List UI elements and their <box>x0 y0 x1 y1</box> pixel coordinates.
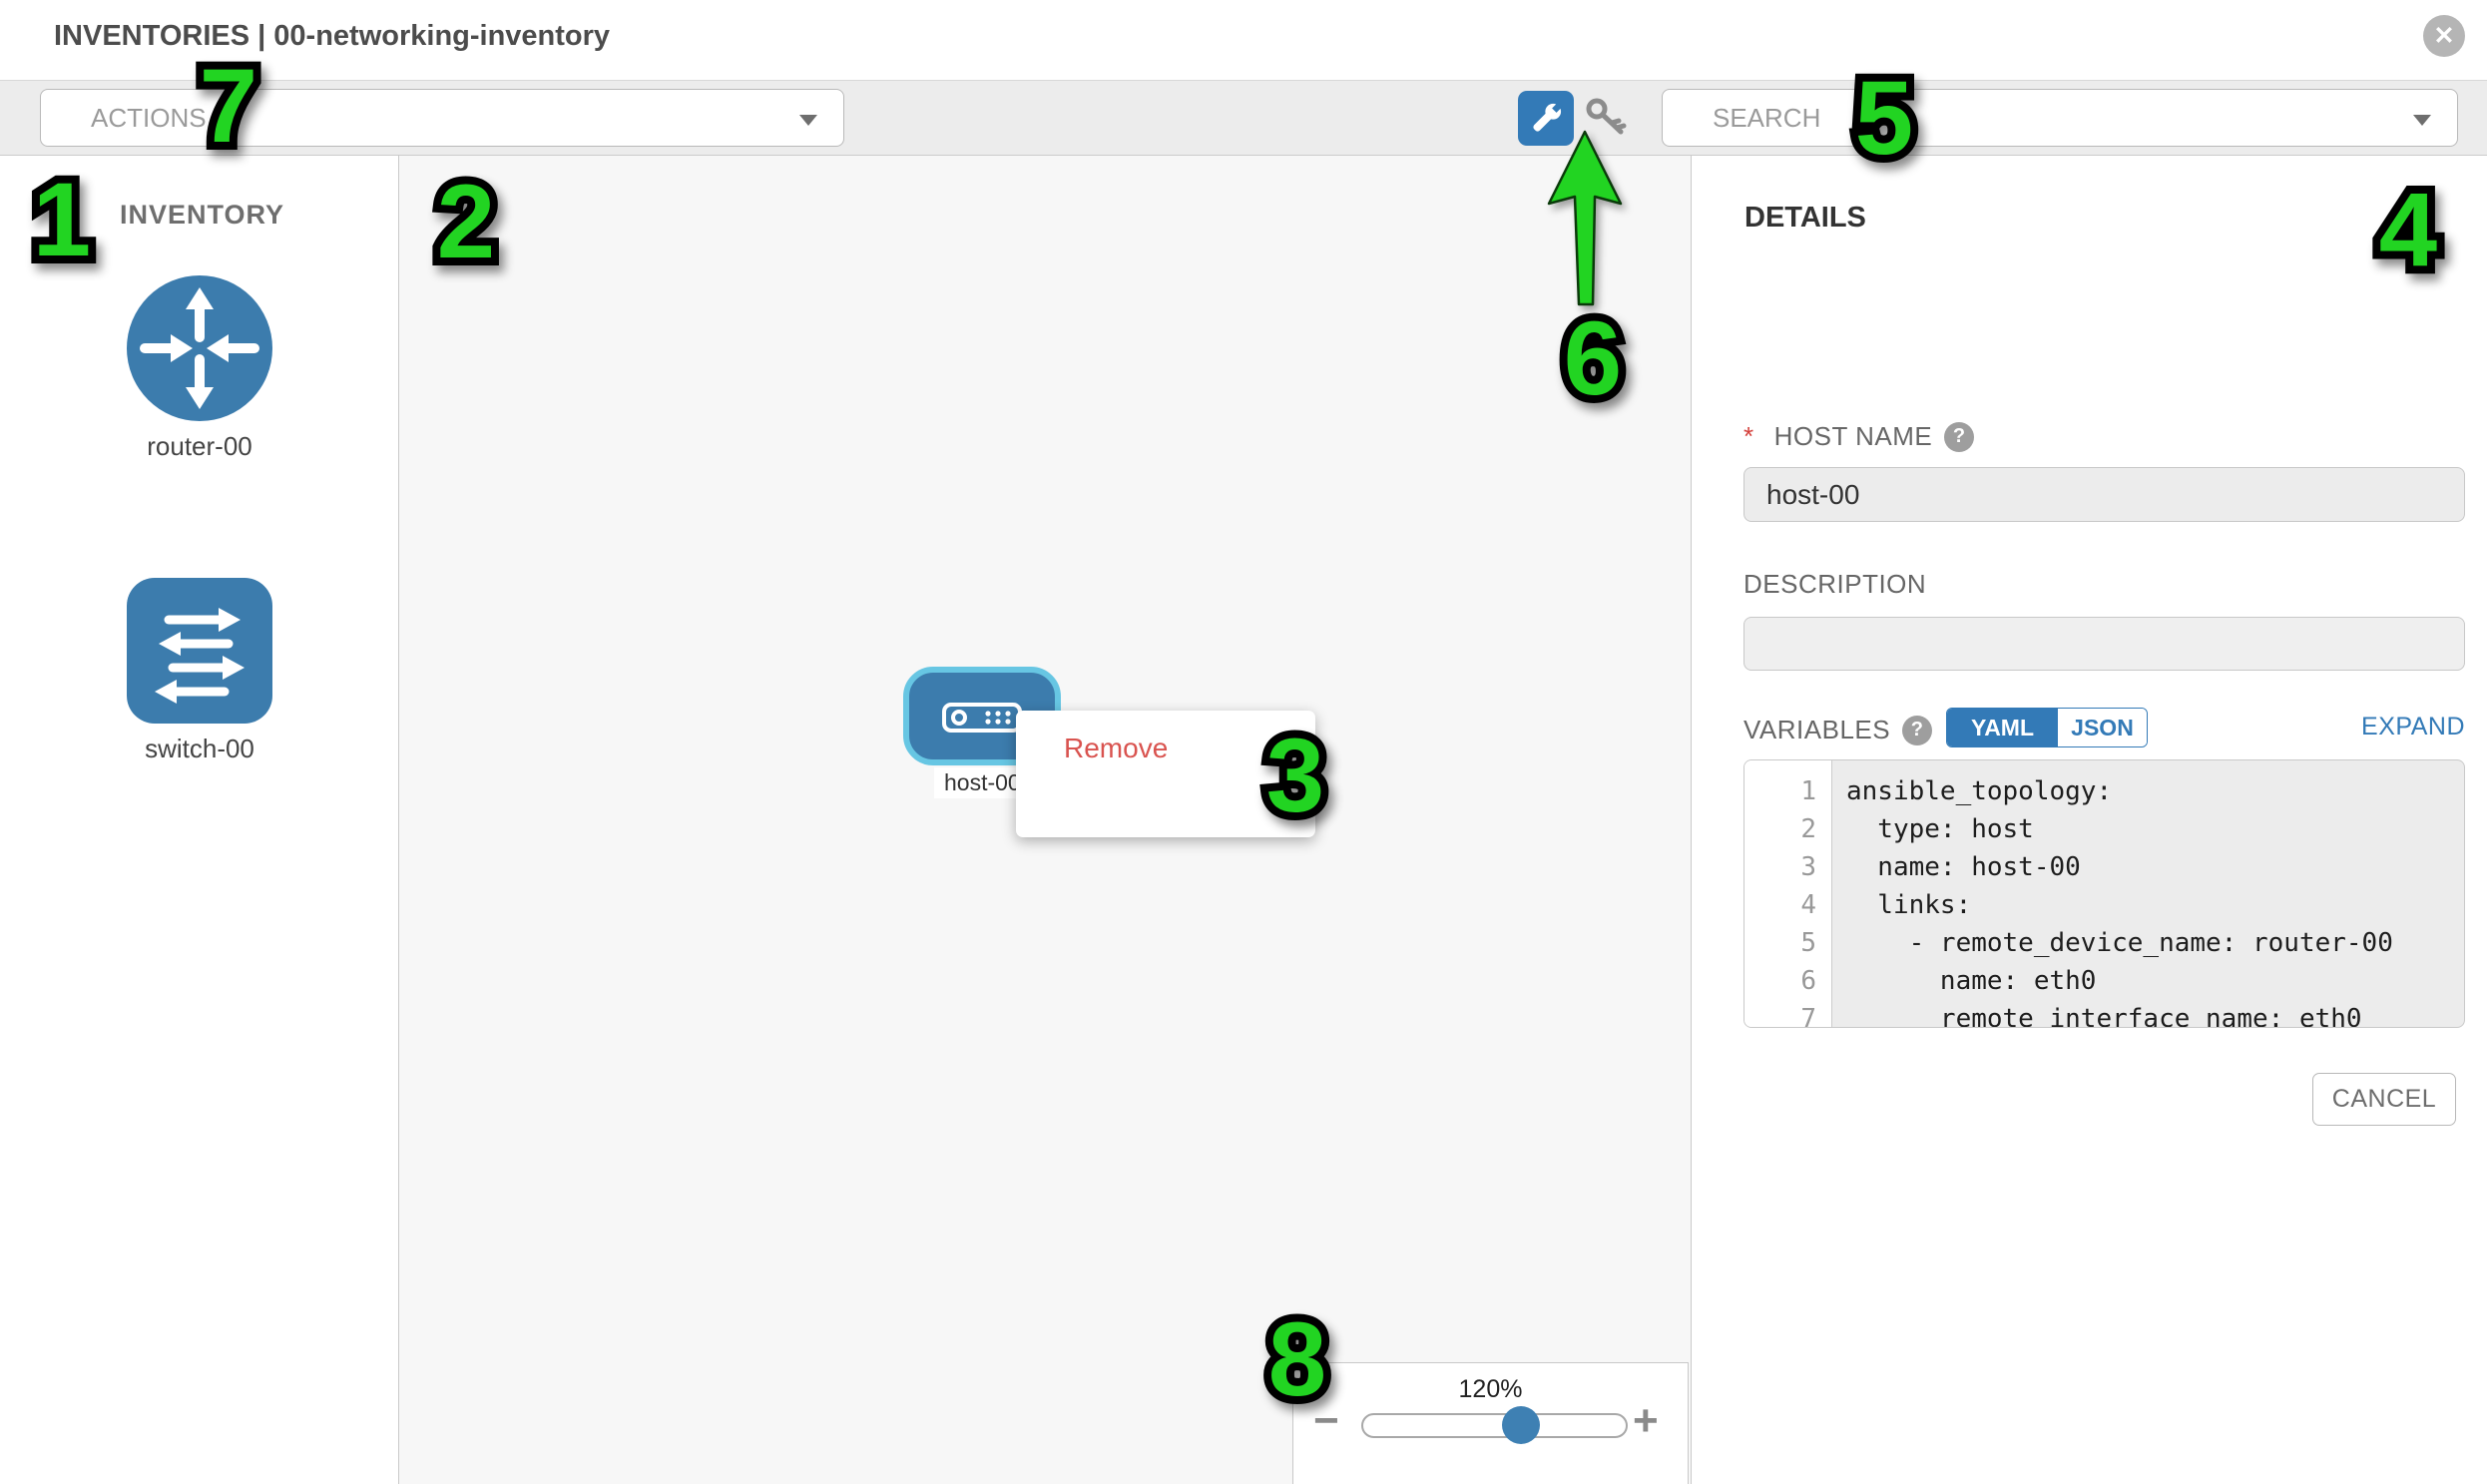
description-label-text: DESCRIPTION <box>1743 569 1926 600</box>
line-text: remote_interface_name: eth0 <box>1832 1000 2362 1028</box>
chevron-down-icon <box>2413 115 2431 126</box>
search-dropdown[interactable]: SEARCH <box>1662 89 2458 147</box>
node-context-menu: Details Remove <box>1016 711 1315 837</box>
page-title: INVENTORIES | 00-networking-inventory <box>54 20 610 53</box>
help-icon[interactable]: ? <box>1944 422 1974 452</box>
code-line: 6 name: eth0 <box>1744 962 2464 1000</box>
host-name-label-text: HOST NAME <box>1774 421 1933 452</box>
zoom-out-button[interactable]: − <box>1313 1399 1339 1443</box>
line-text: name: host-00 <box>1832 848 2081 886</box>
line-text: ansible_topology: <box>1832 772 2112 810</box>
variables-editor[interactable]: 1ansible_topology: 2 type: host 3 name: … <box>1743 759 2465 1028</box>
close-glyph: ✕ <box>2434 21 2455 51</box>
topology-canvas[interactable]: host-00 Details Remove 120% − + <box>399 156 1692 1484</box>
actions-dropdown-label: ACTIONS <box>41 103 207 134</box>
zoom-control: 120% − + <box>1292 1362 1689 1484</box>
main: INVENTORY <box>0 156 2487 1484</box>
description-field[interactable] <box>1743 617 2465 671</box>
tab-yaml[interactable]: YAML <box>1947 709 2058 746</box>
variables-format-toggle: YAML JSON <box>1946 708 2148 747</box>
code-line: 1ansible_topology: <box>1744 772 2464 810</box>
variables-label: VARIABLES ? <box>1743 715 1932 745</box>
menu-item-remove[interactable]: Remove <box>1016 725 1315 772</box>
line-number: 2 <box>1744 810 1832 848</box>
inventory-title: INVENTORY <box>120 200 284 231</box>
line-number: 1 <box>1744 772 1832 810</box>
cancel-button[interactable]: CANCEL <box>2312 1073 2456 1126</box>
line-text: name: eth0 <box>1832 962 2096 1000</box>
zoom-in-button[interactable]: + <box>1633 1399 1659 1443</box>
code-line: 3 name: host-00 <box>1744 848 2464 886</box>
tab-json[interactable]: JSON <box>2058 709 2147 746</box>
expand-link[interactable]: EXPAND <box>2361 713 2465 742</box>
help-icon[interactable]: ? <box>1902 716 1932 745</box>
sidebar-item-switch[interactable]: switch-00 <box>125 576 274 764</box>
sidebar-item-label: switch-00 <box>125 734 274 764</box>
inventory-sidebar: INVENTORY <box>0 156 399 1484</box>
code-line: 5 - remote_device_name: router-00 <box>1744 924 2464 962</box>
wrench-button[interactable] <box>1518 91 1574 146</box>
line-number: 6 <box>1744 962 1832 1000</box>
description-label: DESCRIPTION <box>1743 569 1926 600</box>
switch-icon <box>125 576 274 726</box>
code-line: 2 type: host <box>1744 810 2464 848</box>
variables-label-text: VARIABLES <box>1743 715 1890 745</box>
sidebar-item-router[interactable]: router-00 <box>125 273 274 462</box>
zoom-slider-track[interactable] <box>1361 1413 1628 1438</box>
host-icon <box>942 703 1022 733</box>
close-icon[interactable]: ✕ <box>2423 15 2465 57</box>
details-title: DETAILS <box>1744 202 1866 235</box>
line-text: links: <box>1832 886 1971 924</box>
toolbar: ACTIONS SEARCH <box>0 80 2487 156</box>
required-marker: * <box>1743 421 1754 452</box>
key-button[interactable] <box>1583 96 1631 142</box>
line-number: 5 <box>1744 924 1832 962</box>
zoom-level: 120% <box>1293 1375 1688 1404</box>
host-name-field[interactable] <box>1743 467 2465 522</box>
header: INVENTORIES | 00-networking-inventory ✕ <box>0 0 2487 80</box>
host-name-label: * HOST NAME ? <box>1743 421 1974 452</box>
details-panel: DETAILS * HOST NAME ? DESCRIPTION VARIAB… <box>1692 156 2487 1484</box>
search-dropdown-label: SEARCH <box>1663 103 1820 134</box>
inventory-topology-app: INVENTORIES | 00-networking-inventory ✕ … <box>0 0 2487 1484</box>
chevron-down-icon <box>799 115 817 126</box>
key-icon <box>1583 96 1631 142</box>
line-number: 3 <box>1744 848 1832 886</box>
code-line: 7 remote_interface_name: eth0 <box>1744 1000 2464 1028</box>
line-text: type: host <box>1832 810 2034 848</box>
line-text: - remote_device_name: router-00 <box>1832 924 2393 962</box>
wrench-icon <box>1524 97 1568 141</box>
line-number: 4 <box>1744 886 1832 924</box>
router-icon <box>125 273 274 423</box>
sidebar-item-label: router-00 <box>125 431 274 462</box>
line-number: 7 <box>1744 1000 1832 1028</box>
zoom-slider-thumb[interactable] <box>1502 1406 1540 1444</box>
actions-dropdown[interactable]: ACTIONS <box>40 89 844 147</box>
code-line: 4 links: <box>1744 886 2464 924</box>
